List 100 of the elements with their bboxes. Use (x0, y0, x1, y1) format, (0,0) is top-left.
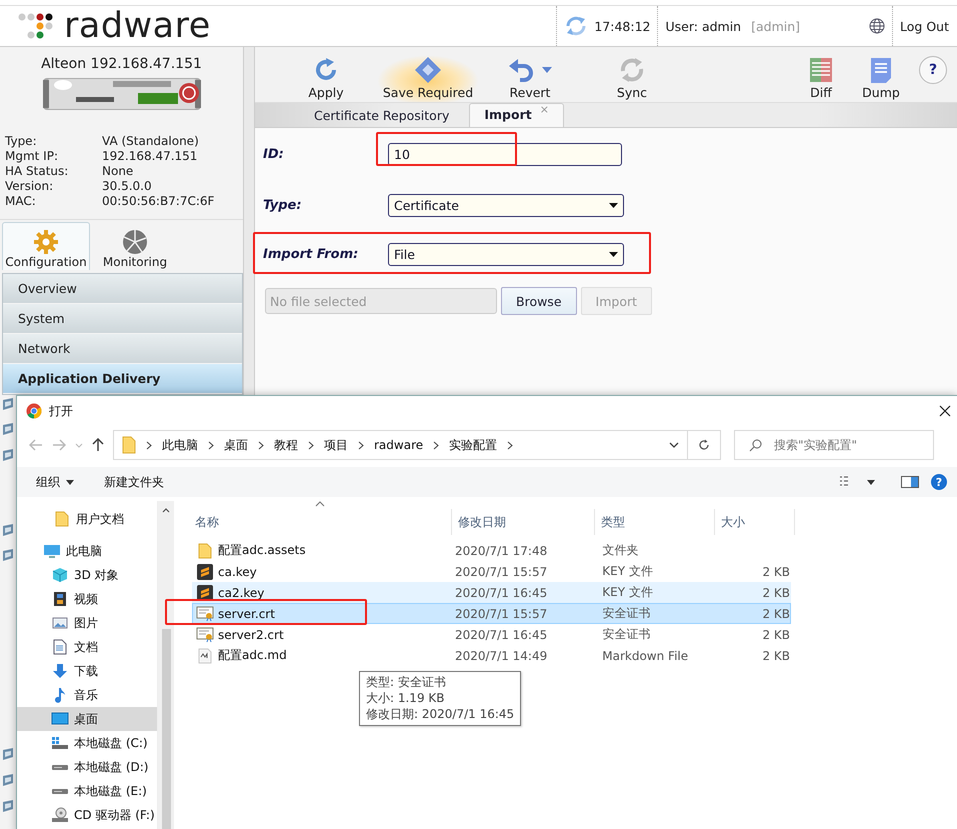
file-size: 2 KB (762, 648, 790, 662)
toolbar-button[interactable]: Apply (275, 55, 377, 102)
close-icon[interactable] (939, 405, 951, 417)
segmented-circle-icon (122, 229, 148, 255)
sort-caret-icon[interactable] (315, 501, 325, 507)
column-header[interactable]: 修改日期 (452, 509, 595, 535)
info-value: 00:50:56:B7:7C:6F (102, 194, 216, 209)
chevron-down-icon[interactable] (669, 442, 679, 448)
document-icon (870, 56, 892, 84)
gear-icon (33, 229, 59, 255)
file-row[interactable]: 配置adc.md 2020/7/1 14:49 Markdown File 2 KB (192, 645, 791, 666)
id-field[interactable]: 10 (388, 142, 622, 166)
toolbar-button[interactable]: Revert (479, 55, 581, 102)
column-header[interactable]: 类型 (595, 509, 715, 535)
sublime-file-icon (197, 584, 213, 600)
chevron-icon (258, 440, 264, 450)
caret-icon[interactable] (867, 480, 875, 484)
tree-item[interactable]: 此电脑 (17, 539, 157, 563)
info-label: MAC: (5, 194, 37, 209)
logout-link[interactable]: Log Out (900, 18, 949, 34)
refresh-button[interactable] (687, 430, 721, 460)
nav-item[interactable]: Overview (3, 274, 242, 304)
user-label: User: admin (665, 18, 742, 34)
info-label: Mgmt IP: (5, 149, 59, 164)
content-tab[interactable]: Import $^{×}$ (469, 103, 564, 127)
scrollbar-thumb[interactable] (162, 629, 170, 829)
help-button[interactable]: ? (919, 56, 947, 84)
tree-node-icon (2, 747, 14, 761)
info-value: 30.5.0.0 (102, 179, 153, 194)
tree-item[interactable]: 本地磁盘 (E:) (17, 779, 157, 803)
file-name: server.crt (218, 606, 275, 620)
tree-item[interactable]: 下载 (17, 659, 157, 683)
tree-node-icon (2, 799, 14, 813)
mode-tab[interactable]: Configuration (2, 222, 90, 270)
tree-item[interactable]: 桌面 (17, 707, 157, 731)
dropdown[interactable]: File (388, 242, 624, 266)
file-row[interactable]: server.crt 2020/7/1 15:57 安全证书 2 KB (192, 603, 791, 624)
content-tab[interactable]: Certificate Repository (300, 105, 464, 127)
markdown-file-icon (198, 648, 212, 664)
file-type: KEY 文件 (601, 584, 654, 601)
search-field[interactable]: 搜索"实验配置" (734, 430, 934, 460)
info-label: Version: (5, 179, 54, 194)
mode-tab[interactable]: Monitoring (91, 222, 179, 270)
tree-item[interactable]: 本地磁盘 (D:) (17, 755, 157, 779)
tooltip-line: 修改日期: 2020/7/1 16:45 (366, 706, 514, 722)
file-row[interactable]: ca.key 2020/7/1 15:57 KEY 文件 2 KB (192, 561, 791, 582)
file-type: KEY 文件 (601, 563, 654, 580)
nav-item[interactable]: Network (3, 334, 242, 364)
tree-item[interactable]: 视频 (17, 587, 157, 611)
chevron-icon (146, 440, 152, 450)
file-row[interactable]: ca2.key 2020/7/1 16:45 KEY 文件 2 KB (192, 582, 791, 603)
dropdown[interactable]: Certificate (388, 194, 624, 216)
file-type: 安全证书 (601, 626, 652, 643)
landscape-image-icon (52, 616, 68, 630)
file-row[interactable]: server2.crt 2020/7/1 16:45 安全证书 2 KB (192, 624, 791, 645)
tree-item[interactable]: 文档 (17, 635, 157, 659)
file-row[interactable]: 配置adc.assets 2020/7/1 17:48 文件夹 (192, 540, 791, 561)
file-date: 2020/7/1 15:57 (454, 606, 548, 620)
file-name: ca2.key (218, 586, 264, 600)
tree-item[interactable]: 3D 对象 (17, 563, 157, 587)
nav-item[interactable]: System (3, 304, 242, 334)
up-arrow-icon[interactable] (92, 438, 104, 452)
globe-icon[interactable] (869, 18, 886, 34)
toolbar-button[interactable]: Diff (791, 55, 851, 102)
tree-item[interactable]: 本地磁盘 (C:) (17, 731, 157, 755)
preview-pane-icon[interactable] (901, 476, 919, 488)
tree-item[interactable]: 图片 (17, 611, 157, 635)
column-header[interactable]: 大小 (715, 509, 795, 535)
browse-button[interactable]: Browse (501, 287, 577, 315)
address-bar[interactable]: 此电脑 桌面 教程 项目 radware 实验配置 (113, 430, 688, 460)
tree-item[interactable]: 音乐 (17, 683, 157, 707)
chevron-icon (358, 440, 364, 450)
sync-arrows-icon (618, 56, 646, 84)
tree-node-icon (2, 422, 14, 436)
breadcrumb-item[interactable]: radware (374, 438, 424, 452)
breadcrumb-item[interactable]: 教程 (274, 436, 298, 454)
breadcrumb-item[interactable]: 桌面 (224, 436, 248, 454)
disc-drive-icon (51, 807, 69, 823)
info-value: VA (Standalone) (102, 134, 200, 149)
info-label: Type: (5, 134, 38, 149)
breadcrumb-item[interactable]: 项目 (324, 436, 348, 454)
tree-node-icon (2, 448, 14, 462)
toolbar-button[interactable]: Save Required (377, 55, 479, 102)
command-button[interactable]: 组织 (36, 474, 74, 490)
music-note-icon (53, 687, 67, 703)
nav-item[interactable]: Application Delivery (3, 364, 242, 394)
scroll-up-icon[interactable] (162, 507, 170, 513)
chevron-icon[interactable] (507, 440, 514, 450)
command-button[interactable]: 新建文件夹 (104, 474, 164, 490)
column-header[interactable]: 名称 (192, 509, 452, 535)
toolbar-button[interactable]: Dump (851, 55, 911, 102)
document-icon (53, 639, 67, 655)
breadcrumb-item[interactable]: 实验配置 (449, 436, 498, 454)
clock-time: 17:48:12 (594, 18, 650, 34)
file-name: server2.crt (218, 628, 284, 642)
help-button[interactable]: ? (931, 474, 947, 490)
drive-icon (51, 788, 69, 794)
tree-item[interactable]: 用户文档 (17, 507, 157, 531)
breadcrumb-item[interactable]: 此电脑 (162, 436, 198, 454)
tree-item[interactable]: CD 驱动器 (F:) (17, 803, 157, 827)
